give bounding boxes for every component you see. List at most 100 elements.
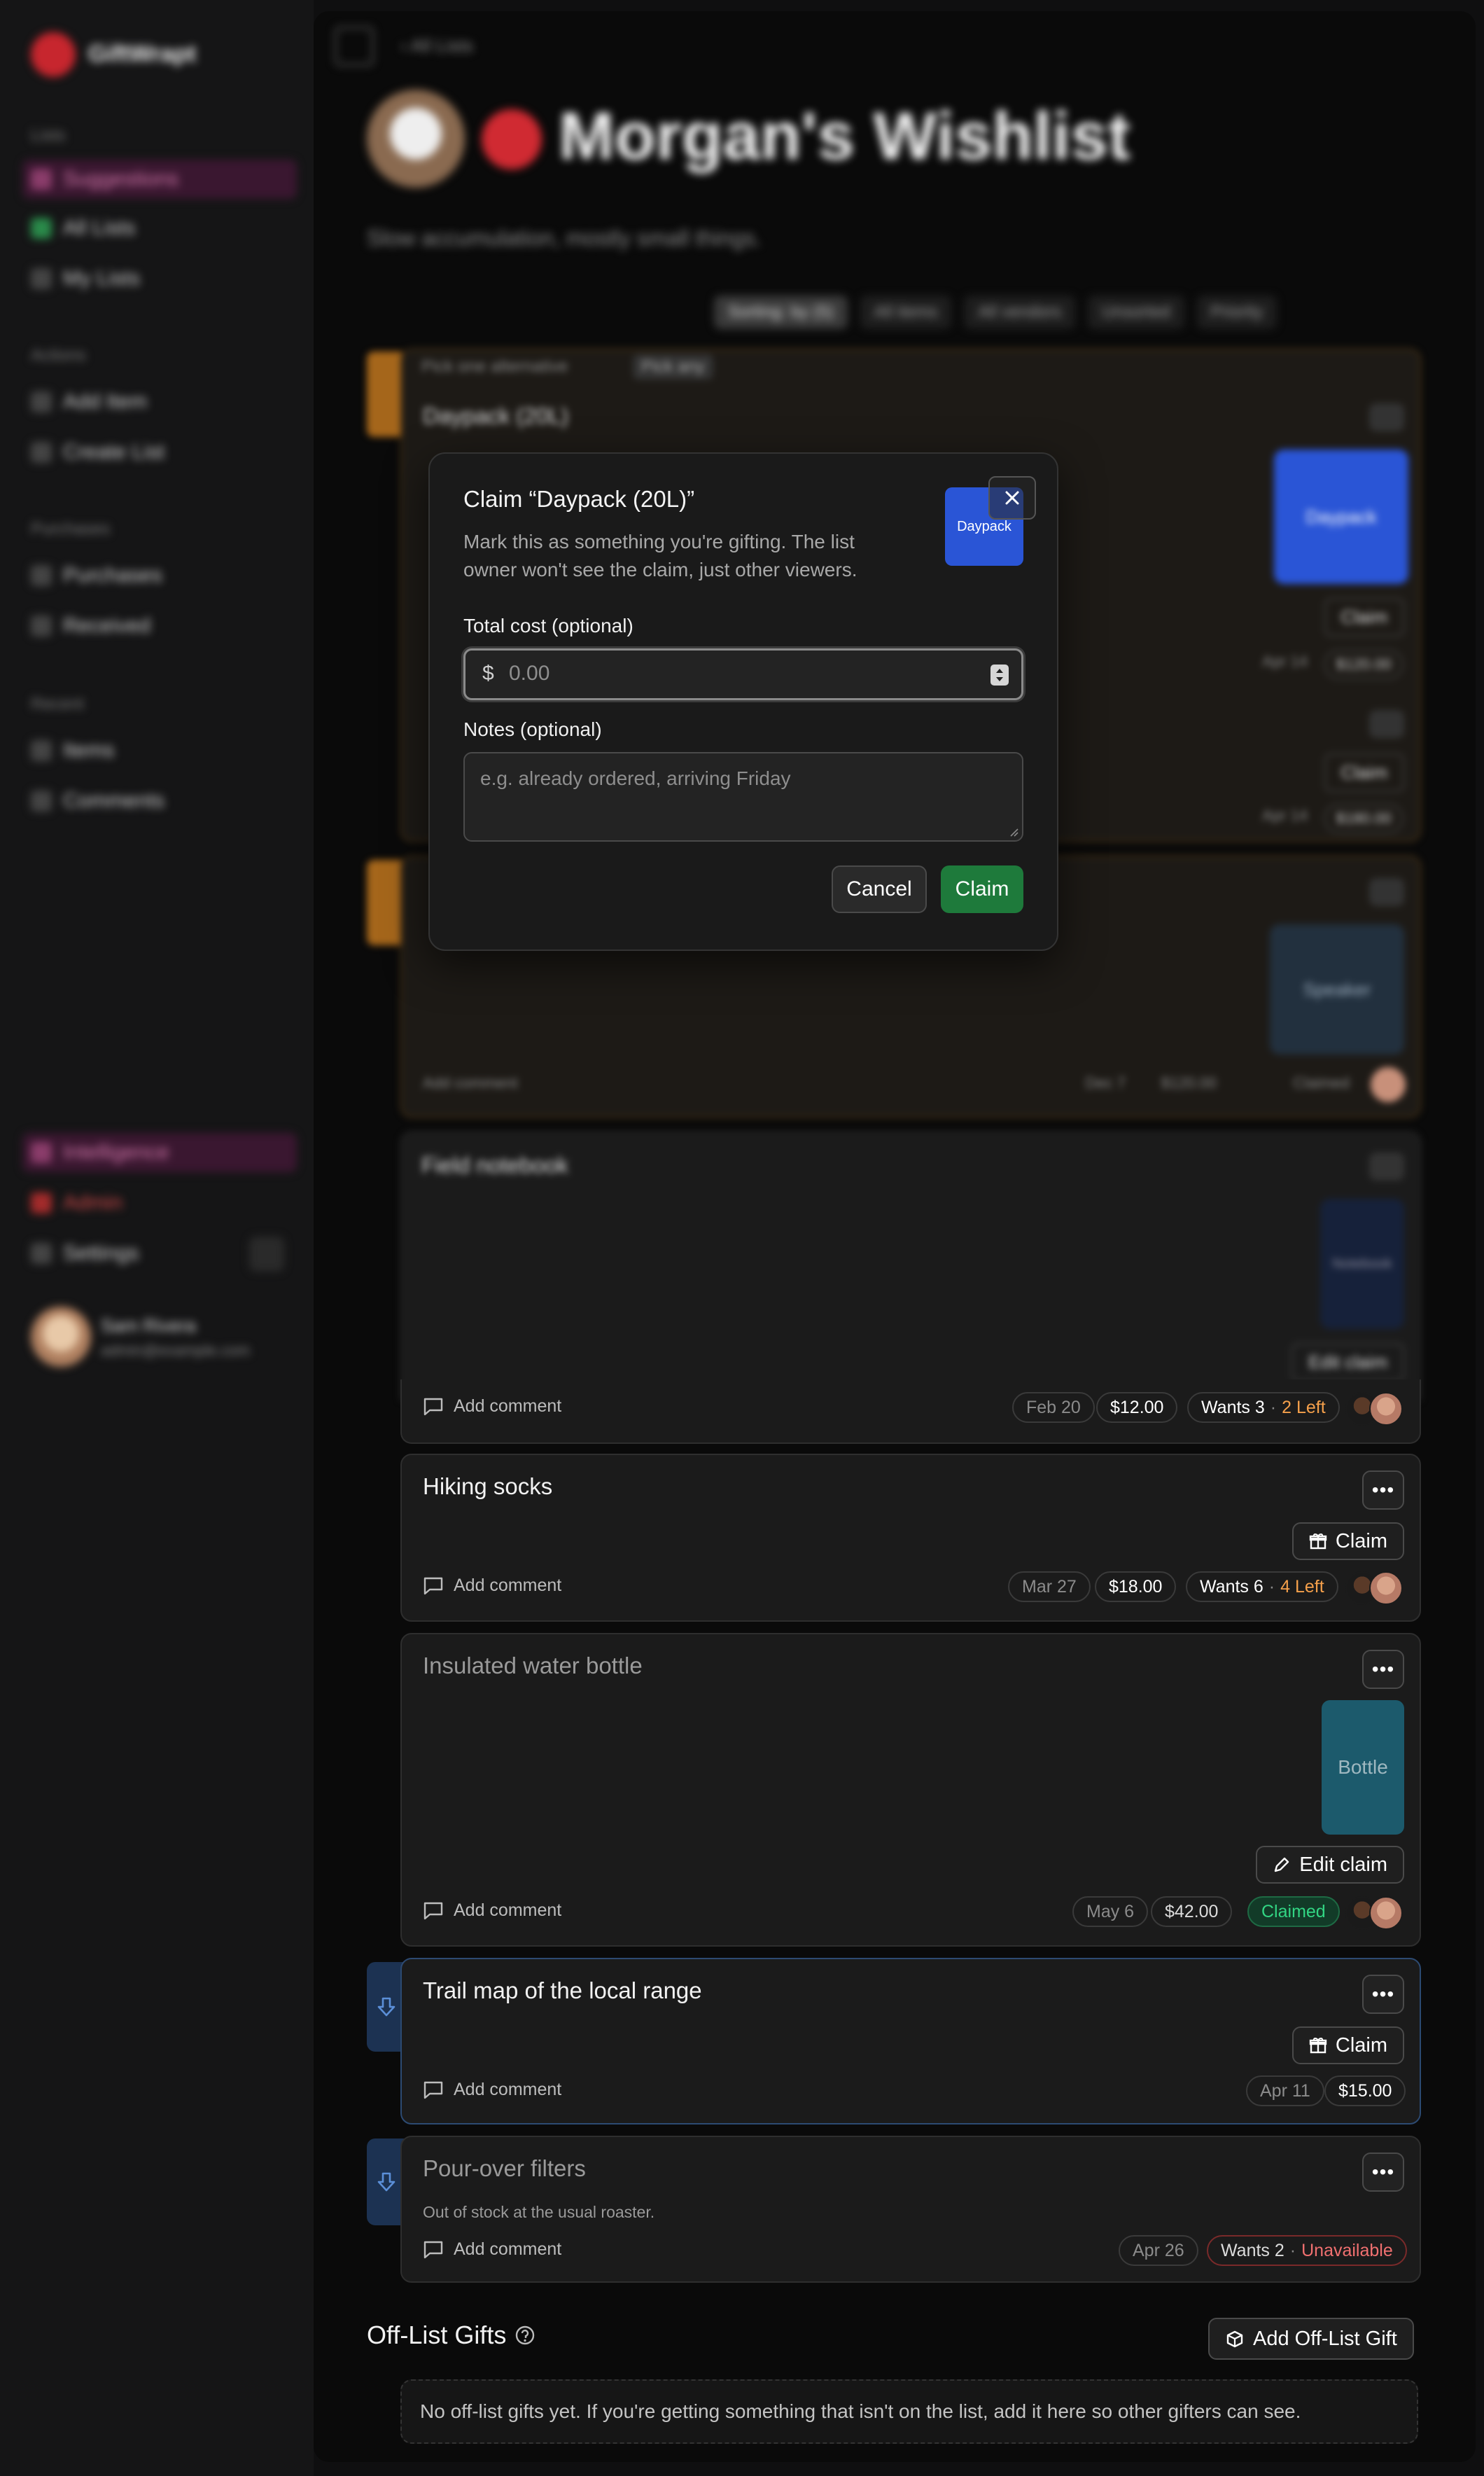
claim-label: Claim	[1335, 2033, 1387, 2057]
comment-icon	[424, 1902, 443, 1919]
help-icon[interactable]	[514, 2325, 536, 2346]
group-marker	[367, 860, 402, 945]
wants-label: Wants 3	[1201, 1397, 1265, 1417]
item-thumbnail: Notebook	[1320, 1199, 1404, 1329]
cost-placeholder: 0.00	[509, 662, 550, 685]
claim-label: Claim	[1335, 1529, 1387, 1552]
card-top: Field notebook Notebook Edit claim	[400, 1132, 1421, 1400]
date-pill: Dec 7	[1085, 1074, 1126, 1092]
more-icon[interactable]	[1369, 403, 1404, 431]
more-icon: •••	[1371, 1658, 1395, 1680]
gift-plus-icon	[1226, 2330, 1243, 2348]
price-pill: $120.00	[1324, 650, 1403, 679]
add-comment-label: Add comment	[454, 2080, 562, 2099]
add-comment-link[interactable]: Add comment	[423, 1576, 561, 1596]
gift-icon	[1309, 1533, 1327, 1550]
price-pill: $120.00	[1161, 1074, 1217, 1092]
add-comment-link[interactable]: Add comment	[423, 1900, 561, 1921]
item-title: Insulated water bottle	[423, 1653, 643, 1678]
wants-pill: Wants 2 · Unavailable	[1207, 2235, 1407, 2266]
gift-icon	[1309, 2038, 1327, 2054]
avatar	[1371, 1067, 1406, 1102]
claimer-avatars	[1345, 1896, 1403, 1930]
claim-button[interactable]: Claim	[1324, 598, 1404, 637]
add-comment-label: Add comment	[454, 1396, 562, 1416]
date-pill: Feb 20	[1012, 1392, 1095, 1423]
off-list-empty-state: No off-list gifts yet. If you're getting…	[400, 2379, 1418, 2444]
add-comment-label: Add comment	[454, 1900, 562, 1920]
status-badge: Claimed	[1293, 1074, 1350, 1092]
price-pill: $12.00	[1096, 1392, 1178, 1423]
more-options-button[interactable]: •••	[1362, 1975, 1404, 2014]
status-badge: Unavailable	[1301, 2240, 1393, 2260]
notes-label: Notes (optional)	[463, 718, 602, 740]
item-card-field-notebook: Add comment Feb 20 $12.00 Wants 3 · 2 Left	[400, 1379, 1421, 1444]
add-comment-label: Add comment	[454, 2239, 562, 2259]
comment-icon	[424, 2081, 443, 2099]
item-card-pour-over-filters: Pour-over filters ••• Out of stock at th…	[400, 2136, 1421, 2283]
claim-dialog: Claim “Daypack (20L)” Mark this as somet…	[428, 452, 1058, 951]
price-pill: $42.00	[1151, 1896, 1233, 1927]
total-cost-input[interactable]: $ 0.00	[463, 648, 1023, 700]
claim-submit-button[interactable]: Claim	[941, 865, 1023, 913]
price-pill: $180.00	[1324, 804, 1403, 833]
group-marker	[367, 352, 402, 437]
add-comment-link[interactable]: Add comment	[423, 2239, 561, 2260]
item-thumbnail: Bottle	[1322, 1700, 1404, 1835]
price-pill: $15.00	[1324, 2075, 1406, 2106]
arrow-down-icon	[377, 1997, 396, 2017]
more-options-button[interactable]: •••	[1362, 1470, 1404, 1510]
more-icon: •••	[1371, 1479, 1395, 1501]
price-pill: $18.00	[1095, 1571, 1177, 1602]
add-off-list-gift-label: Add Off-List Gift	[1253, 2327, 1397, 2350]
close-button[interactable]	[988, 476, 1036, 520]
number-stepper[interactable]	[990, 665, 1009, 686]
cancel-button[interactable]: Cancel	[832, 865, 927, 913]
comment-icon	[424, 1398, 443, 1415]
notes-textarea[interactable]: e.g. already ordered, arriving Friday	[463, 752, 1023, 842]
claim-button[interactable]: Claim	[1292, 1522, 1404, 1560]
card-title: Daypack (20L)	[423, 403, 569, 429]
pencil-icon	[1275, 1857, 1289, 1872]
date-pill: Apr 14	[1262, 653, 1308, 670]
wants-pill: Wants 6 · 4 Left	[1186, 1571, 1338, 1602]
add-comment-link[interactable]: Add comment	[423, 1074, 518, 1092]
add-comment-link[interactable]: Add comment	[423, 2080, 561, 2100]
item-thumbnail: Daypack	[1274, 450, 1408, 584]
more-options-button[interactable]: •••	[1362, 2152, 1404, 2192]
more-options-button[interactable]: •••	[1362, 1650, 1404, 1689]
more-icon[interactable]	[1369, 710, 1404, 738]
edit-claim-button[interactable]: Edit claim	[1256, 1846, 1404, 1884]
claimer-avatars	[1345, 1392, 1403, 1426]
wants-pill: Wants 3 · 2 Left	[1187, 1392, 1340, 1423]
stepper-arrows-icon	[996, 669, 1003, 681]
left-count: 4 Left	[1280, 1576, 1324, 1597]
more-icon: •••	[1371, 1983, 1395, 2005]
claim-button[interactable]: Claim	[1324, 753, 1404, 792]
edit-claim-label: Edit claim	[1299, 1853, 1387, 1876]
status-badge: Claimed	[1247, 1896, 1340, 1927]
notes-placeholder: e.g. already ordered, arriving Friday	[480, 767, 791, 789]
arrow-down-icon	[377, 2172, 396, 2192]
add-comment-link[interactable]: Add comment	[423, 1396, 561, 1417]
date-pill: May 6	[1072, 1896, 1149, 1927]
item-title: Pour-over filters	[423, 2155, 586, 2181]
claim-button[interactable]: Claim	[1292, 2026, 1404, 2064]
add-comment-label: Add comment	[454, 1576, 562, 1595]
resize-handle-icon[interactable]	[1008, 826, 1019, 837]
avatar	[1369, 1392, 1403, 1426]
date-pill: Apr 26	[1119, 2235, 1198, 2266]
wants-label: Wants 2	[1221, 2240, 1284, 2260]
cost-label: Total cost (optional)	[463, 615, 634, 637]
avatar	[1369, 1571, 1403, 1605]
close-icon	[1005, 491, 1019, 505]
more-icon[interactable]	[1369, 878, 1404, 906]
comment-icon	[424, 2241, 443, 2258]
avatar	[1369, 1896, 1403, 1930]
add-off-list-gift-button[interactable]: Add Off-List Gift	[1208, 2318, 1414, 2360]
edit-claim-button[interactable]: Edit claim	[1292, 1343, 1404, 1382]
more-icon[interactable]	[1369, 1153, 1404, 1181]
more-icon: •••	[1371, 2161, 1395, 2183]
item-card-water-bottle: Insulated water bottle ••• Bottle Edit c…	[400, 1633, 1421, 1947]
date-pill: Apr 11	[1246, 2075, 1324, 2106]
